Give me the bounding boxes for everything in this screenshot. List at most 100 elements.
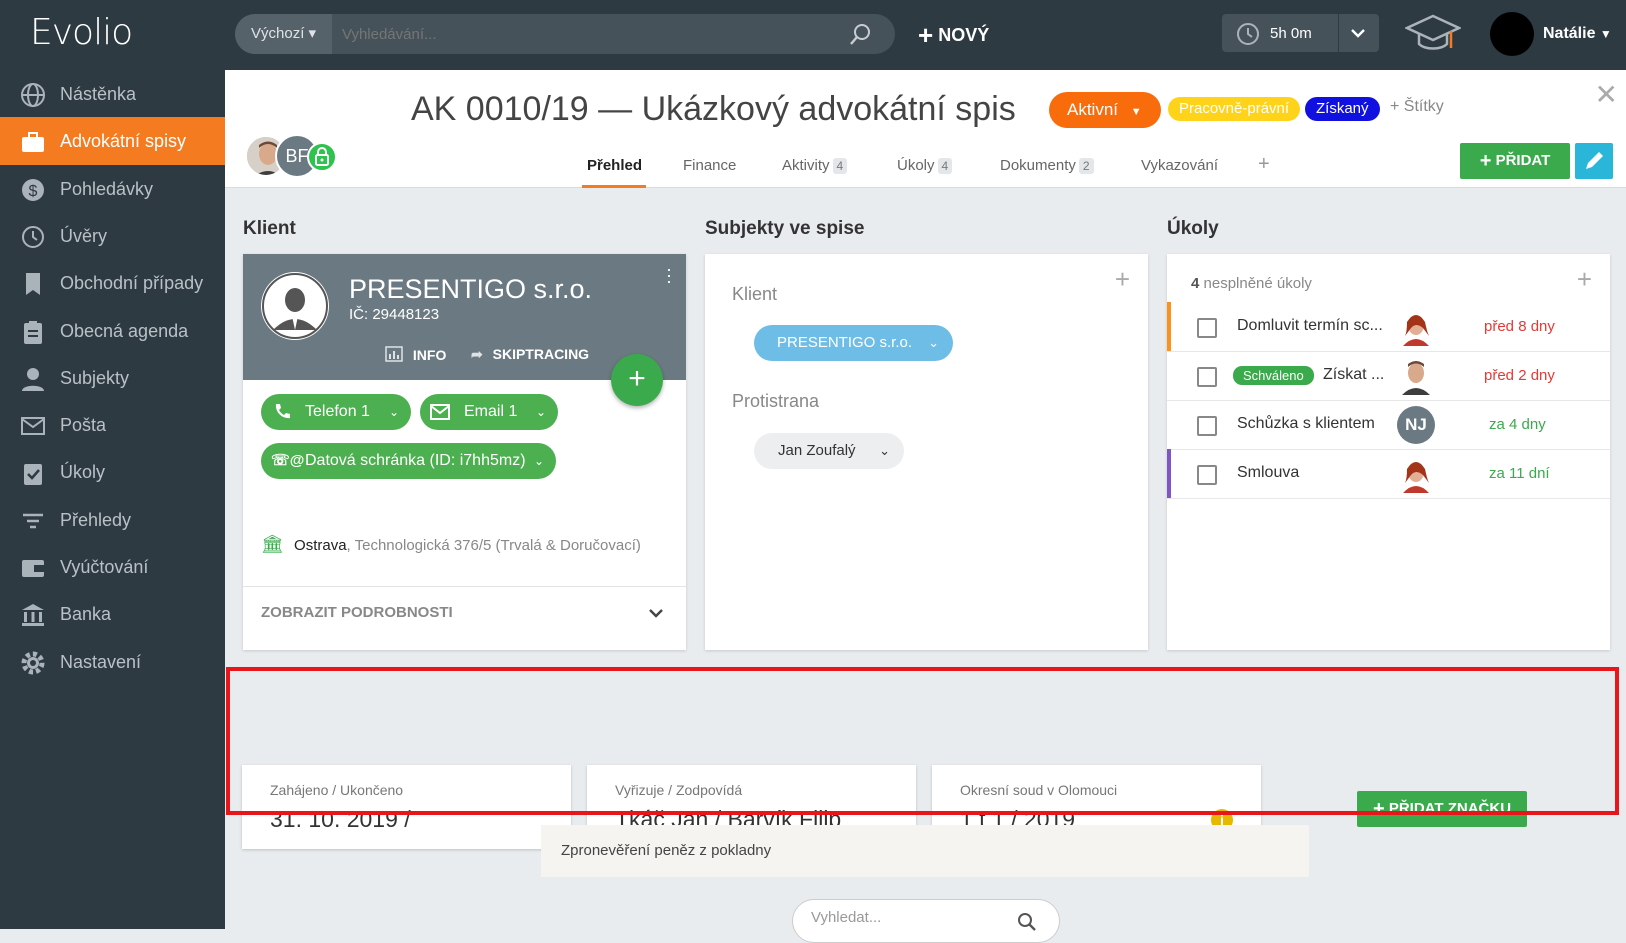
tab-documents[interactable]: Dokumenty 2: [1000, 157, 1094, 174]
history-icon: [22, 225, 44, 248]
skiptracing-button[interactable]: ➦ SKIPTRACING: [471, 346, 589, 363]
tab-count: 4: [832, 158, 848, 174]
sidebar-item-bank[interactable]: Banka: [0, 590, 225, 638]
sidebar-item-globe[interactable]: Nástěnka: [0, 70, 225, 118]
chart-icon: [385, 346, 403, 362]
person-photo-icon: [1397, 455, 1435, 493]
search-icon[interactable]: [849, 22, 873, 46]
task-row[interactable]: Smlouva za 11 dní: [1167, 449, 1610, 499]
task-accent-bar: [1167, 302, 1171, 351]
add-tab-button[interactable]: +: [1258, 153, 1270, 176]
timer-widget[interactable]: 5h 0m: [1222, 14, 1379, 52]
add-button[interactable]: + PŘIDAT: [1460, 143, 1570, 179]
sidebar-item-label: Banka: [60, 604, 112, 625]
subject-opponent-pill[interactable]: Jan Zoufalý ⌄: [754, 433, 904, 469]
sidebar-item-wallet[interactable]: Vyúčtování: [0, 543, 225, 591]
svg-text:$: $: [29, 183, 38, 200]
chevron-down-icon: ⌄: [928, 335, 939, 350]
person-placeholder-icon: [262, 273, 328, 339]
envelope-icon: [430, 404, 450, 420]
bottom-search-placeholder: Vyhledat...: [811, 909, 882, 926]
task-row[interactable]: Schváleno Získat ... před 2 dny: [1167, 351, 1610, 401]
avatar-initials-text: BF: [285, 146, 309, 166]
task-checkbox[interactable]: [1197, 367, 1217, 387]
clock-icon: [1237, 23, 1259, 45]
tab-finance[interactable]: Finance: [683, 157, 736, 174]
search-scope-select[interactable]: Výchozí ▾: [235, 14, 332, 54]
sidebar-item-briefcase[interactable]: Advokátní spisy: [0, 117, 225, 166]
sidebar-item-label: Advokátní spisy: [60, 131, 187, 152]
close-icon[interactable]: ✕: [1595, 78, 1618, 111]
tab-tasks[interactable]: Úkoly 4: [897, 157, 953, 174]
sidebar-item-clipboard[interactable]: Obecná agenda: [0, 307, 225, 355]
task-checkbox[interactable]: [1197, 318, 1217, 338]
tag-acquired-label: Získaný: [1316, 100, 1369, 117]
tag-acquired[interactable]: Získaný: [1305, 97, 1380, 121]
task-name[interactable]: Získat ...: [1323, 366, 1384, 384]
tab-label: Finance: [683, 157, 737, 174]
show-details-row[interactable]: ZOBRAZIT PODROBNOSTI: [243, 586, 686, 650]
client-name[interactable]: PRESENTIGO s.r.o.: [349, 274, 592, 305]
share-arrow-icon: ➦: [471, 346, 483, 362]
bottom-search-field[interactable]: Vyhledat...: [792, 899, 1060, 943]
globe-icon: [21, 83, 45, 107]
phone-pill[interactable]: Telefon 1 ⌄: [261, 394, 411, 430]
status-dropdown[interactable]: Aktivní ▼: [1049, 92, 1161, 128]
sidebar-item-mail[interactable]: Pošta: [0, 401, 225, 449]
task-name[interactable]: Domluvit termín sc...: [1237, 317, 1383, 335]
search-input[interactable]: [332, 14, 852, 54]
databox-label: Datová schránka (ID: i7hh5mz): [305, 452, 526, 469]
caret-down-icon: ▼: [1130, 106, 1142, 118]
task-row[interactable]: Schůzka s klientem NJ za 4 dny: [1167, 400, 1610, 450]
chevron-down-icon: ⌄: [533, 454, 544, 468]
subject-opponent-label: Jan Zoufalý: [778, 442, 856, 459]
case-header: BF AK 0010/19 — Ukázkový advokátní spis …: [225, 70, 1626, 188]
plus-icon: +: [1479, 150, 1492, 172]
client-add-fab[interactable]: +: [611, 354, 663, 406]
search-icon[interactable]: [1017, 912, 1037, 932]
task-name[interactable]: Schůzka s klientem: [1237, 415, 1375, 433]
task-name[interactable]: Smlouva: [1237, 464, 1299, 482]
sidebar-item-dollar[interactable]: $ Pohledávky: [0, 165, 225, 213]
add-tags-link[interactable]: + Štítky: [1390, 98, 1444, 116]
add-subject-icon[interactable]: +: [1115, 264, 1130, 295]
briefcase-icon: [22, 132, 44, 153]
task-checkbox[interactable]: [1197, 416, 1217, 436]
subjects-client-label: Klient: [732, 284, 778, 304]
phone-icon: [275, 404, 290, 419]
task-row[interactable]: Domluvit termín sc... před 8 dny: [1167, 302, 1610, 352]
user-avatar[interactable]: [1490, 12, 1534, 56]
tab-timesheets[interactable]: Vykazování: [1141, 157, 1218, 174]
add-task-icon[interactable]: +: [1577, 264, 1592, 295]
databox-icon: ☏@: [271, 452, 305, 469]
subjects-card: + Klient PRESENTIGO s.r.o. ⌄ Protistrana…: [705, 254, 1148, 650]
tag-employment[interactable]: Pracovně-právní: [1168, 97, 1301, 121]
sidebar-item-gear[interactable]: Nastavení: [0, 638, 225, 686]
task-accent-bar: [1167, 449, 1171, 498]
graduation-cap-icon[interactable]: [1405, 12, 1461, 56]
databox-pill[interactable]: ☏@ Datová schránka (ID: i7hh5mz) ⌄: [261, 443, 556, 479]
tasks-section-title: Úkoly: [1167, 218, 1219, 239]
sidebar-item-person[interactable]: Subjekty: [0, 354, 225, 402]
tab-label: Aktivity: [782, 157, 830, 174]
email-pill[interactable]: Email 1 ⌄: [420, 394, 558, 430]
chevron-down-icon[interactable]: [1350, 27, 1366, 39]
sidebar-item-bookmark[interactable]: Obchodní případy: [0, 259, 225, 307]
sidebar-item-history[interactable]: Úvěry: [0, 212, 225, 260]
subject-client-label: PRESENTIGO s.r.o.: [777, 334, 913, 351]
app-logo[interactable]: Evolio: [30, 12, 133, 53]
user-menu[interactable]: Natálie ▼: [1543, 25, 1612, 43]
kebab-menu-icon[interactable]: · · ·: [666, 260, 672, 290]
lock-badge[interactable]: [307, 142, 337, 172]
wallet-icon: [22, 560, 44, 577]
subject-client-pill[interactable]: PRESENTIGO s.r.o. ⌄: [754, 325, 953, 361]
edit-button[interactable]: [1575, 143, 1613, 179]
sidebar-item-filter[interactable]: Přehledy: [0, 496, 225, 544]
tab-overview[interactable]: Přehled: [587, 157, 642, 174]
task-checkbox[interactable]: [1197, 465, 1217, 485]
new-button[interactable]: + NOVÝ: [918, 20, 989, 51]
sidebar-item-label: Subjekty: [60, 367, 130, 388]
info-button[interactable]: INFO: [385, 346, 446, 363]
tab-activities[interactable]: Aktivity 4: [782, 157, 848, 174]
sidebar-item-task[interactable]: Úkoly: [0, 448, 225, 496]
